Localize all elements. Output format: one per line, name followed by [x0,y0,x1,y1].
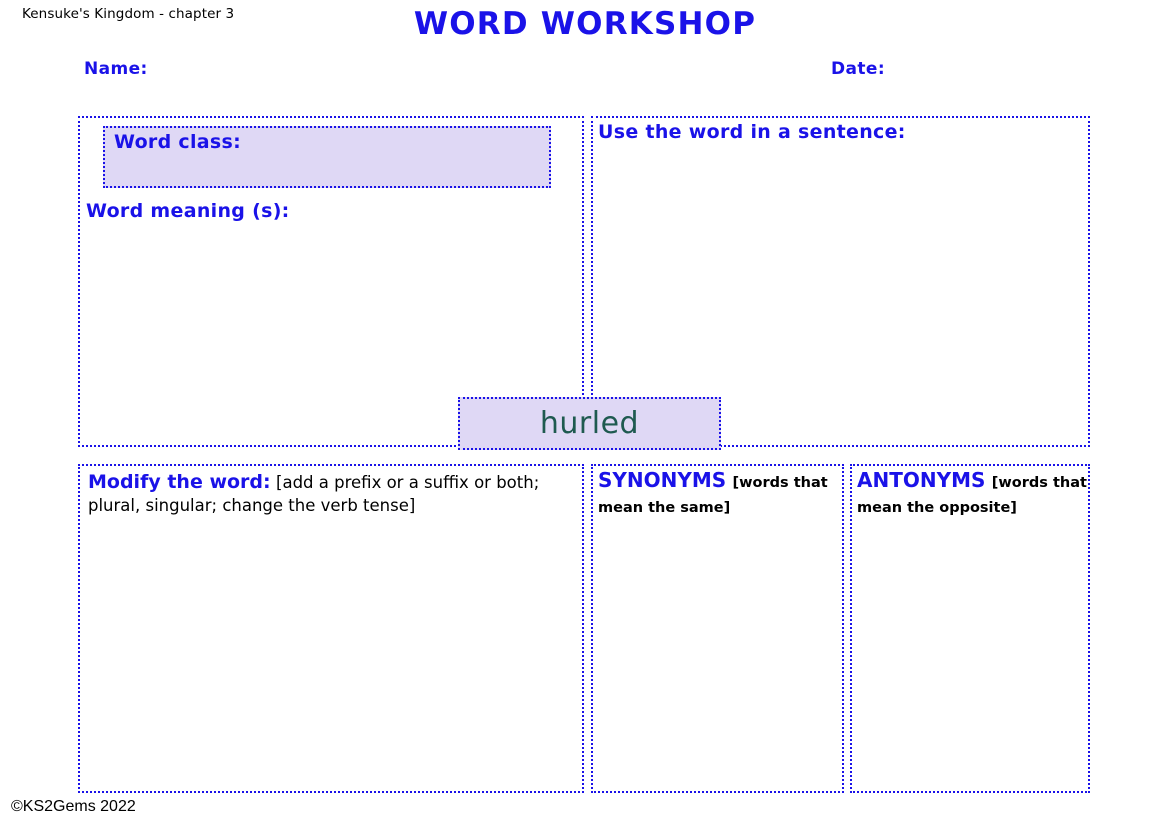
page-title: WORD WORKSHOP [413,6,757,42]
focus-word-box: hurled [458,397,721,450]
date-field-label: Date: [831,59,886,79]
word-class-label: Word class: [114,131,242,153]
antonyms-label: ANTONYMS [857,468,986,492]
word-class-answer-box[interactable]: Word class: [103,126,551,188]
sentence-label: Use the word in a sentence: [598,121,906,143]
modify-heading: Modify the word: [add a prefix or a suff… [88,469,578,519]
name-field-label: Name: [84,59,148,79]
footer-copyright: ©KS2Gems 2022 [11,798,136,815]
focus-word: hurled [539,405,640,441]
synonyms-label: SYNONYMS [598,468,727,492]
word-meaning-label: Word meaning (s): [86,200,290,222]
antonyms-heading: ANTONYMS [words that mean the opposite] [857,468,1089,517]
synonyms-heading: SYNONYMS [words that mean the same] [598,468,841,517]
modify-label: Modify the word: [88,471,271,493]
